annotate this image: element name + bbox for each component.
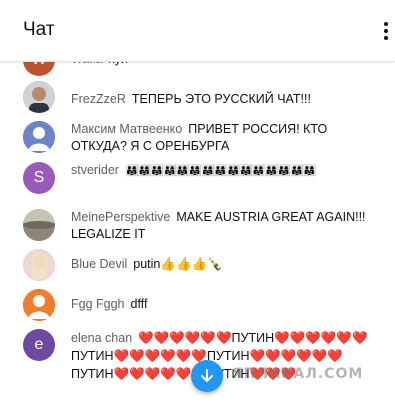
scroll-down-button[interactable] [191, 360, 223, 392]
user-photo [23, 249, 55, 281]
message-author[interactable]: elena chan [71, 331, 132, 345]
message-text: 👨‍👩‍👧👨‍👩‍👧👨‍👩‍👧👨‍👩‍👧👨‍👩‍👧👨‍👩‍👧👨‍👩‍👧👨‍👩‍👧… [124, 165, 316, 177]
message-author[interactable]: Blue Devil [71, 257, 127, 271]
avatar[interactable] [23, 289, 55, 321]
landscape-photo [23, 209, 55, 241]
app-header: Чат [0, 0, 395, 62]
message-author[interactable]: stverider [71, 163, 119, 177]
page-title: Чат [23, 19, 55, 40]
message-text: putin👍👍👍🍾 [133, 257, 223, 271]
user-photo [23, 81, 55, 113]
avatar[interactable] [23, 209, 55, 241]
avatar[interactable] [23, 121, 55, 153]
avatar[interactable]: S [23, 162, 55, 194]
message-author[interactable]: MeinePerspektive [71, 210, 170, 224]
watermark: ЯПЛАКАЛ.COM [232, 366, 364, 382]
message-author[interactable]: Максим Матвеенко [71, 122, 182, 136]
avatar[interactable]: e [23, 329, 55, 361]
message-text: ТЕПЕРЬ ЭТО РУССКИЙ ЧАТ!!! [131, 92, 311, 106]
default-user-icon [23, 289, 55, 321]
default-user-icon [23, 121, 55, 153]
message-text: dfff [130, 297, 148, 311]
avatar[interactable] [23, 81, 55, 113]
message-author[interactable]: FrezZzeR [71, 92, 126, 106]
arrow-down-icon [201, 369, 213, 382]
message-author[interactable]: Fgg Fggh [71, 297, 125, 311]
kebab-menu-icon[interactable] [379, 20, 393, 42]
avatar[interactable] [23, 249, 55, 281]
